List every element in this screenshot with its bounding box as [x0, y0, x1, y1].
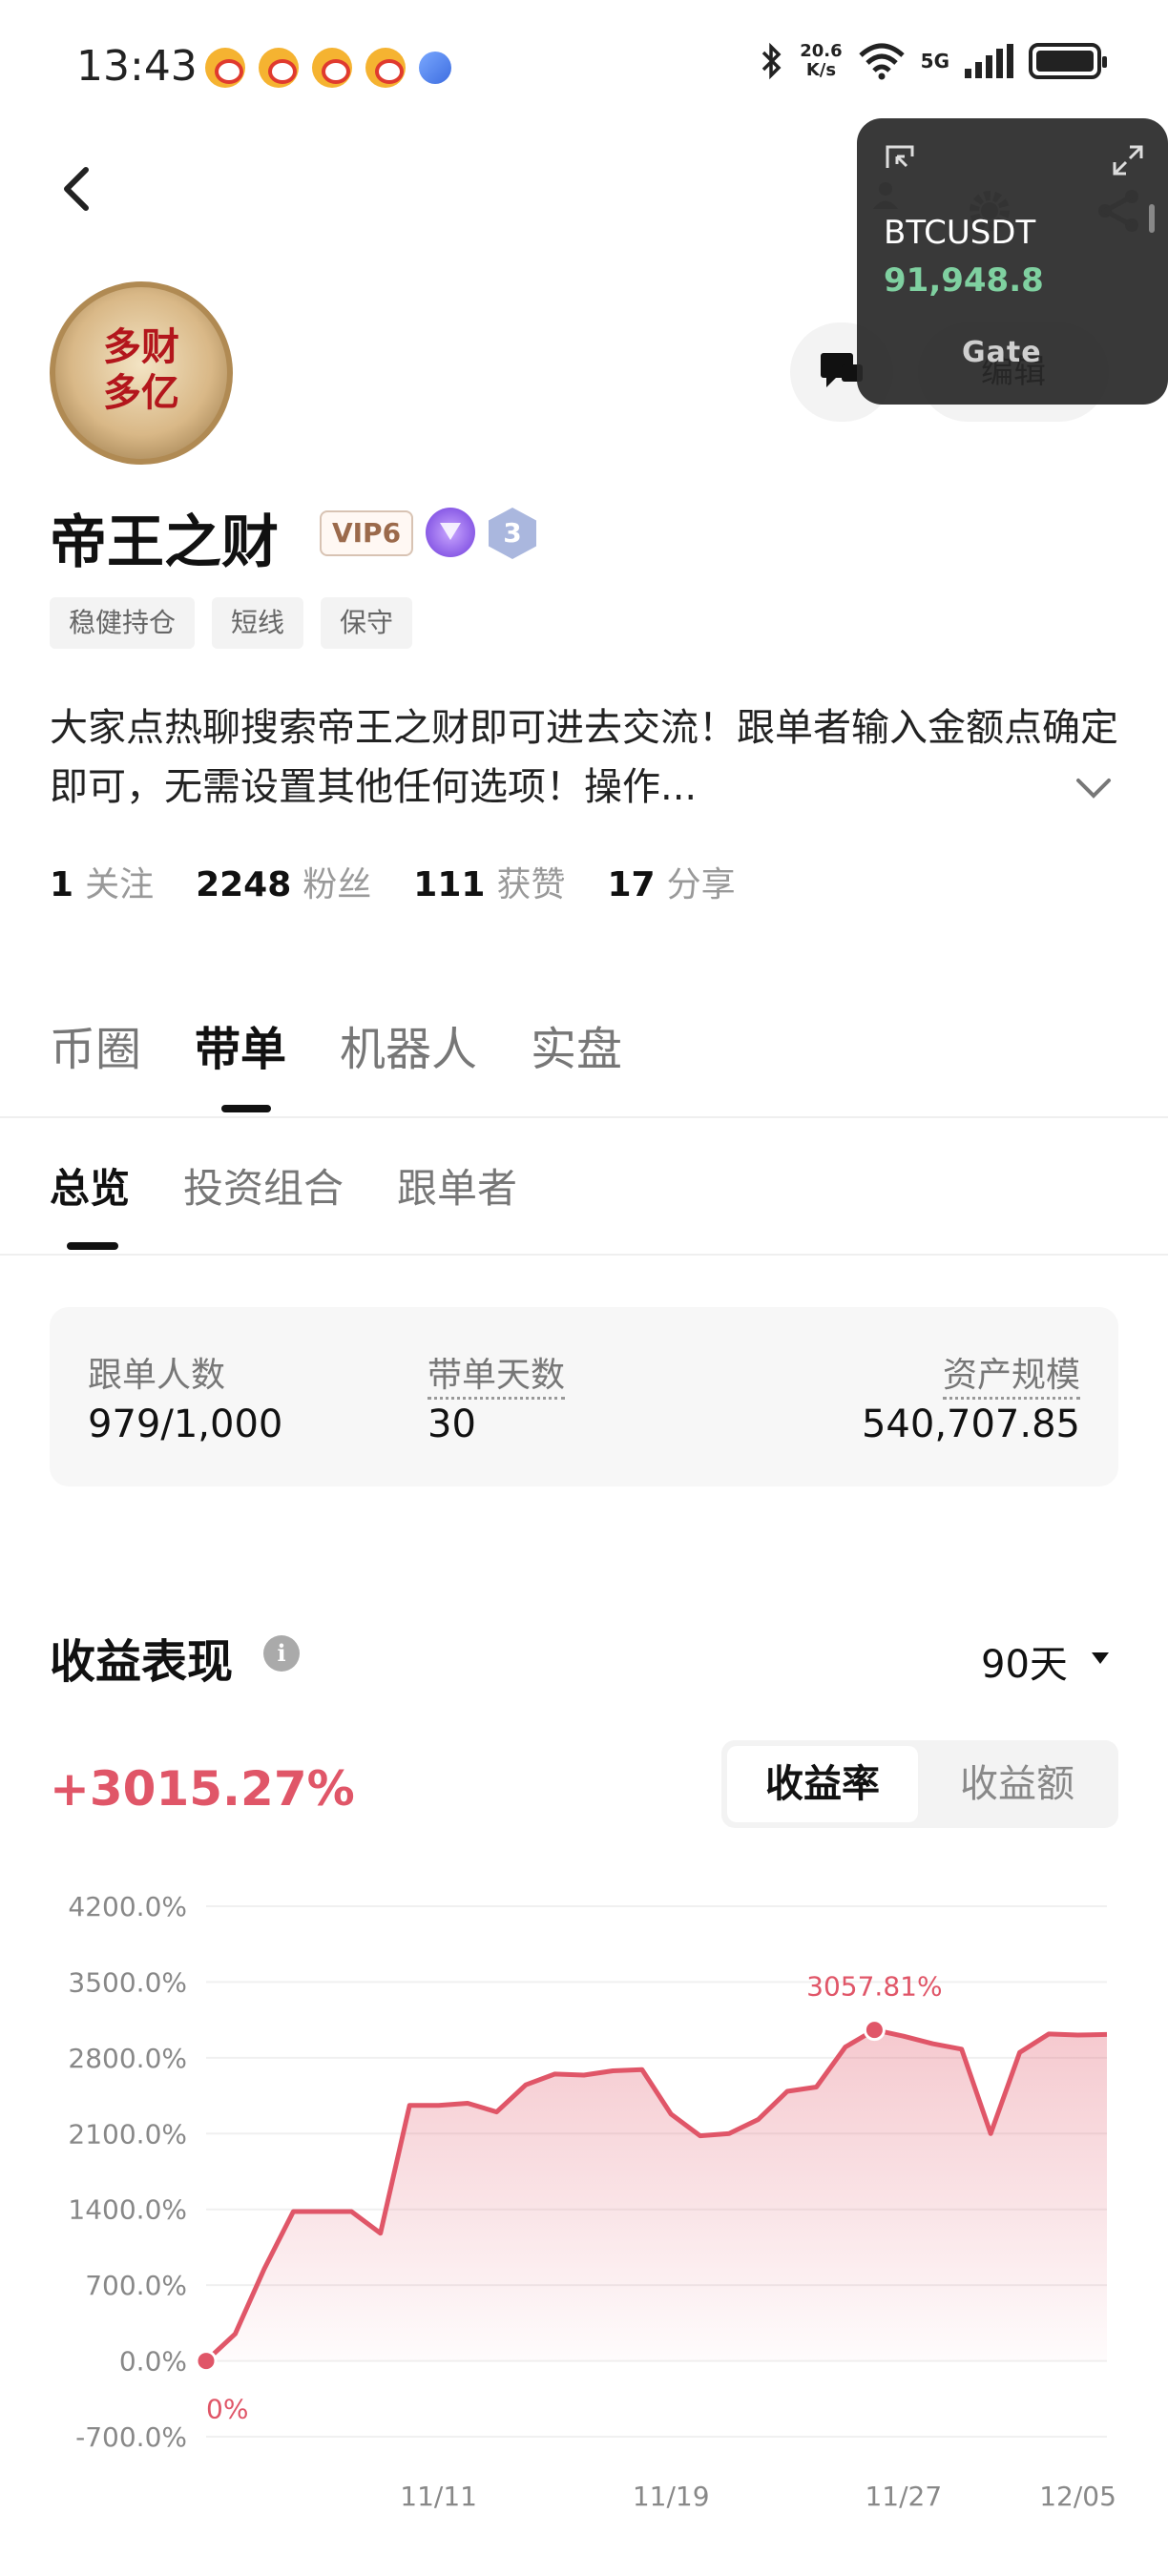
summary-days[interactable]: 带单天数 30 [428, 1347, 566, 1446]
level-badge: 3 [489, 508, 536, 559]
y-tick-label: 3500.0% [68, 1966, 187, 1998]
tab-bots[interactable]: 机器人 [340, 1011, 477, 1078]
tag: 稳健持仓 [50, 597, 196, 649]
info-icon[interactable]: i [263, 1635, 300, 1672]
system-icons: 20.6 K/s 5G [760, 41, 1107, 80]
share-icon[interactable] [1095, 187, 1143, 235]
price-widget[interactable]: BTCUSDT 91,948.8 Gate [857, 118, 1168, 405]
toggle-rate[interactable]: 收益率 [727, 1746, 918, 1822]
status-bar: 13:43 20.6 K/s 5G [0, 0, 1168, 134]
back-button[interactable] [57, 162, 95, 216]
style-tags: 稳健持仓 短线 保守 [50, 597, 413, 649]
metric-toggle: 收益率 收益额 [721, 1740, 1118, 1828]
y-tick-label: 1400.0% [68, 2194, 187, 2226]
start-point [195, 2350, 218, 2373]
tab-indicator [221, 1105, 271, 1112]
tab-copiers[interactable]: 跟单者 [397, 1156, 517, 1215]
profile-stats: 1 关注 2248 粉丝 111 获赞 17 分享 [50, 857, 736, 906]
widget-price: 91,948.8 [884, 261, 1044, 300]
tab-crypto[interactable]: 币圈 [50, 1011, 141, 1078]
toggle-amount[interactable]: 收益额 [922, 1746, 1113, 1822]
max-point [863, 2019, 886, 2042]
stat-likes[interactable]: 111 获赞 [413, 857, 565, 906]
tab-overview[interactable]: 总览 [50, 1156, 130, 1215]
weibo-icon [312, 48, 352, 88]
profile-name: 帝王之财 [50, 509, 279, 576]
chevron-left-icon [64, 167, 89, 211]
y-tick-label: 0.0% [119, 2346, 187, 2378]
expand-icon[interactable] [1111, 143, 1145, 177]
start-label: 0% [206, 2394, 248, 2425]
avatar[interactable]: 多财 多亿 [50, 281, 233, 465]
widget-toolbar [873, 143, 1143, 232]
summary-followers: 跟单人数 979/1,000 [88, 1356, 283, 1446]
returns-chart[interactable]: 4200.0% 3500.0% 2800.0% 2100.0% 1400.0% 700.0… [0, 1870, 1168, 2538]
vip-badge: VIP6 [320, 510, 413, 556]
stat-following[interactable]: 1 关注 [50, 857, 154, 906]
battery-full-icon [1029, 43, 1107, 79]
x-tick-label: 11/27 [865, 2481, 942, 2512]
tag: 短线 [212, 597, 304, 649]
y-tick-label: 2100.0% [68, 2118, 187, 2150]
clock: 13:43 [76, 42, 198, 91]
picture-in-picture-icon[interactable] [884, 143, 918, 177]
network-type: 5G [920, 50, 949, 73]
sub-tabs: 总览 投资组合 跟单者 [50, 1156, 517, 1215]
sub-tab-indicator [67, 1242, 118, 1250]
summary-card: 跟单人数 979/1,000 带单天数 30 资产规模 540,707.85 [50, 1307, 1118, 1486]
max-label: 3057.81% [806, 1971, 942, 2003]
bluetooth-icon [761, 42, 782, 80]
x-tick-label: 11/19 [633, 2481, 710, 2512]
x-tick-label: 12/05 [1039, 2481, 1116, 2512]
pnl-value: +3015.27% [50, 1761, 355, 1817]
signal-icon [965, 44, 1013, 78]
x-tick-label: 11/11 [400, 2481, 477, 2512]
widget-scrollbar[interactable] [1149, 204, 1155, 233]
divider [0, 1116, 1168, 1118]
weibo-icon [365, 48, 406, 88]
profile-bio: 大家点热聊搜索帝王之财即可进去交流！跟单者输入金额点确定即可，无需设置其他任何选… [50, 706, 1118, 809]
chevron-down-icon[interactable] [1074, 775, 1113, 801]
tab-portfolio[interactable]: 投资组合 [183, 1156, 344, 1215]
range-selector[interactable]: 90天 [981, 1633, 1068, 1689]
planet-icon [419, 52, 451, 84]
net-speed: 20.6 K/s [800, 41, 843, 80]
y-tick-label: 2800.0% [68, 2043, 187, 2074]
medal-icon [426, 508, 475, 557]
wifi-icon [858, 43, 905, 80]
tag: 保守 [321, 597, 413, 649]
notification-icons [205, 48, 451, 88]
y-tick-label: 700.0% [85, 2270, 187, 2301]
main-tabs: 币圈 带单 机器人 实盘 [50, 1011, 622, 1078]
stat-followers[interactable]: 2248 粉丝 [196, 857, 371, 906]
weibo-icon [259, 48, 299, 88]
y-tick-label: -700.0% [75, 2421, 187, 2453]
tab-copy-trading[interactable]: 带单 [195, 1011, 286, 1078]
divider [0, 1254, 1168, 1256]
performance-title: 收益表现 [50, 1635, 234, 1689]
widget-symbol: BTCUSDT [884, 214, 1036, 252]
summary-aum[interactable]: 资产规模 540,707.85 [862, 1347, 1080, 1446]
user-icon [873, 182, 898, 209]
widget-brand-logo: Gate [962, 336, 1042, 369]
tab-real-account[interactable]: 实盘 [531, 1011, 622, 1078]
stat-shares[interactable]: 17 分享 [607, 857, 735, 906]
weibo-icon [205, 48, 245, 88]
caret-down-icon[interactable] [1092, 1652, 1109, 1664]
y-tick-label: 4200.0% [68, 1891, 187, 1922]
